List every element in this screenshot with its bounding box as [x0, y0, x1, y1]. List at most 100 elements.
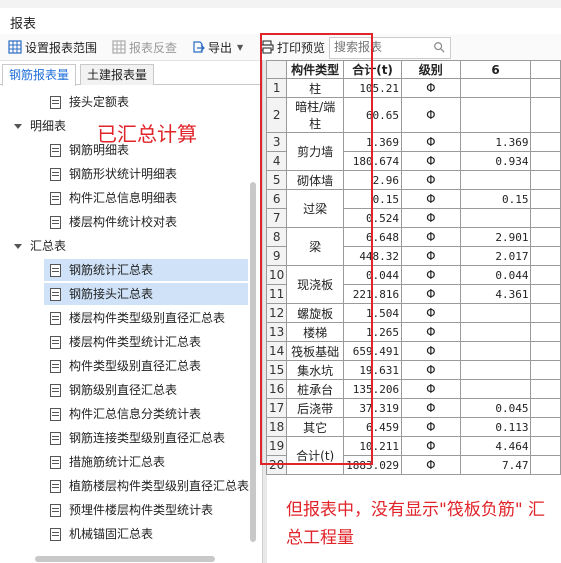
table-cell[interactable]: 0.044 [459, 265, 532, 285]
table-cell[interactable]: Φ [401, 208, 461, 228]
table-cell[interactable]: Φ [401, 265, 461, 285]
row-number-cell[interactable]: 20 [266, 455, 288, 475]
table-cell[interactable]: 221.816 [343, 284, 403, 304]
row-number-cell[interactable]: 6 [266, 189, 288, 209]
table-cell[interactable] [459, 360, 532, 380]
table-cell[interactable] [459, 170, 532, 190]
tree-item-rebar-joint-summary[interactable]: 钢筋接头汇总表 [44, 283, 248, 305]
table-cell[interactable]: Φ [401, 398, 461, 418]
tree-item-joint-quota[interactable]: 接头定额表 [50, 91, 129, 113]
table-cell[interactable]: 0.15 [343, 189, 403, 209]
tree-item-component-info-detail[interactable]: 构件汇总信息明细表 [50, 187, 177, 209]
tree-item-rebar-shape-detail[interactable]: 钢筋形状统计明细表 [50, 163, 177, 185]
tab-rebar-report[interactable]: 钢筋报表量 [2, 64, 77, 86]
table-cell[interactable] [459, 341, 532, 361]
row-number-cell[interactable]: 16 [266, 379, 288, 399]
print-preview-button[interactable]: 打印预览 [260, 38, 325, 56]
row-number-cell[interactable]: 2 [266, 97, 288, 133]
table-cell[interactable]: 螺旋板 [286, 303, 345, 323]
row-number-cell[interactable]: 18 [266, 417, 288, 437]
table-cell[interactable]: Φ [401, 78, 461, 98]
table-cell[interactable]: Φ [401, 132, 461, 152]
table-cell[interactable] [530, 170, 561, 190]
table-cell[interactable] [459, 322, 532, 342]
row-number-cell[interactable]: 4 [266, 151, 288, 171]
table-cell[interactable]: 过梁 [286, 189, 345, 228]
row-number-cell[interactable]: 15 [266, 360, 288, 380]
table-cell[interactable]: 6.648 [343, 227, 403, 247]
tree-group-summary[interactable]: 汇总表 [14, 235, 66, 257]
corner-cell[interactable] [266, 60, 288, 79]
table-cell[interactable]: Φ [401, 417, 461, 437]
table-cell[interactable] [530, 455, 561, 475]
table-cell[interactable]: 现浇板 [286, 265, 345, 304]
table-cell[interactable]: 梁 [286, 227, 345, 266]
table-cell[interactable]: 筏板基础 [286, 341, 345, 361]
table-cell[interactable]: 合计(t) [286, 436, 345, 475]
table-cell[interactable]: 0.113 [459, 417, 532, 437]
table-cell[interactable]: 柱 [286, 78, 345, 98]
row-number-cell[interactable]: 7 [266, 208, 288, 228]
table-cell[interactable] [530, 379, 561, 399]
table-cell[interactable] [530, 208, 561, 228]
table-cell[interactable] [530, 303, 561, 323]
row-number-cell[interactable]: 1 [266, 78, 288, 98]
row-number-cell[interactable]: 3 [266, 132, 288, 152]
table-cell[interactable]: 105.21 [343, 78, 403, 98]
export-button[interactable]: 导出 ▼ [191, 38, 243, 56]
table-cell[interactable]: 19.631 [343, 360, 403, 380]
table-cell[interactable]: 2.901 [459, 227, 532, 247]
tree-group-detail[interactable]: 明细表 [14, 115, 66, 137]
table-cell[interactable] [530, 227, 561, 247]
row-number-cell[interactable]: 19 [266, 436, 288, 456]
table-cell[interactable] [459, 379, 532, 399]
tree-item-floor-type-stat[interactable]: 楼层构件类型统计汇总表 [50, 331, 201, 353]
table-cell[interactable] [530, 398, 561, 418]
table-cell[interactable]: Φ [401, 341, 461, 361]
header-cell[interactable]: 构件类型 [286, 60, 345, 79]
tree-item-embedded-part[interactable]: 预埋件楼层构件类型统计表 [50, 499, 213, 521]
tree-horizontal-scrollbar[interactable] [35, 556, 215, 562]
table-cell[interactable]: 10.211 [343, 436, 403, 456]
header-cell[interactable]: 合计(t) [343, 60, 403, 79]
table-cell[interactable]: 1.369 [343, 132, 403, 152]
table-cell[interactable]: 0.044 [343, 265, 403, 285]
table-cell[interactable]: 1.504 [343, 303, 403, 323]
table-cell[interactable]: 砌体墙 [286, 170, 345, 190]
table-cell[interactable] [530, 436, 561, 456]
table-cell[interactable] [530, 189, 561, 209]
tree-item-mechanical-anchor[interactable]: 机械锚固汇总表 [50, 523, 153, 545]
table-cell[interactable]: Φ [401, 360, 461, 380]
table-cell[interactable]: Φ [401, 322, 461, 342]
table-cell[interactable]: Φ [401, 170, 461, 190]
header-cell[interactable] [530, 60, 561, 79]
table-cell[interactable] [459, 97, 532, 133]
table-cell[interactable]: 2.96 [343, 170, 403, 190]
tree-item-floor-type-grade-dia[interactable]: 楼层构件类型级别直径汇总表 [50, 307, 225, 329]
row-number-cell[interactable]: 12 [266, 303, 288, 323]
table-cell[interactable]: 659.491 [343, 341, 403, 361]
table-cell[interactable]: 4.361 [459, 284, 532, 304]
table-cell[interactable] [530, 322, 561, 342]
table-cell[interactable]: 剪力墙 [286, 132, 345, 171]
table-cell[interactable]: Φ [401, 379, 461, 399]
table-cell[interactable]: 楼梯 [286, 322, 345, 342]
table-cell[interactable]: 7.47 [459, 455, 532, 475]
table-cell[interactable]: Φ [401, 97, 461, 133]
report-reverse-lookup-button[interactable]: 报表反查 [112, 38, 177, 56]
report-search-input[interactable] [330, 38, 434, 56]
table-cell[interactable] [530, 132, 561, 152]
row-number-cell[interactable]: 17 [266, 398, 288, 418]
row-number-cell[interactable]: 5 [266, 170, 288, 190]
table-cell[interactable]: Φ [401, 246, 461, 266]
table-cell[interactable] [530, 341, 561, 361]
table-cell[interactable] [530, 151, 561, 171]
tab-civil-report[interactable]: 土建报表量 [80, 64, 155, 85]
table-cell[interactable]: Φ [401, 284, 461, 304]
table-cell[interactable]: 0.524 [343, 208, 403, 228]
tree-item-grade-dia[interactable]: 钢筋级别直径汇总表 [50, 379, 177, 401]
tree-item-connection-type[interactable]: 钢筋连接类型级别直径汇总表 [50, 427, 225, 449]
table-cell[interactable] [459, 303, 532, 323]
search-icon[interactable] [433, 41, 445, 56]
tree-vertical-scrollbar[interactable] [250, 182, 256, 542]
